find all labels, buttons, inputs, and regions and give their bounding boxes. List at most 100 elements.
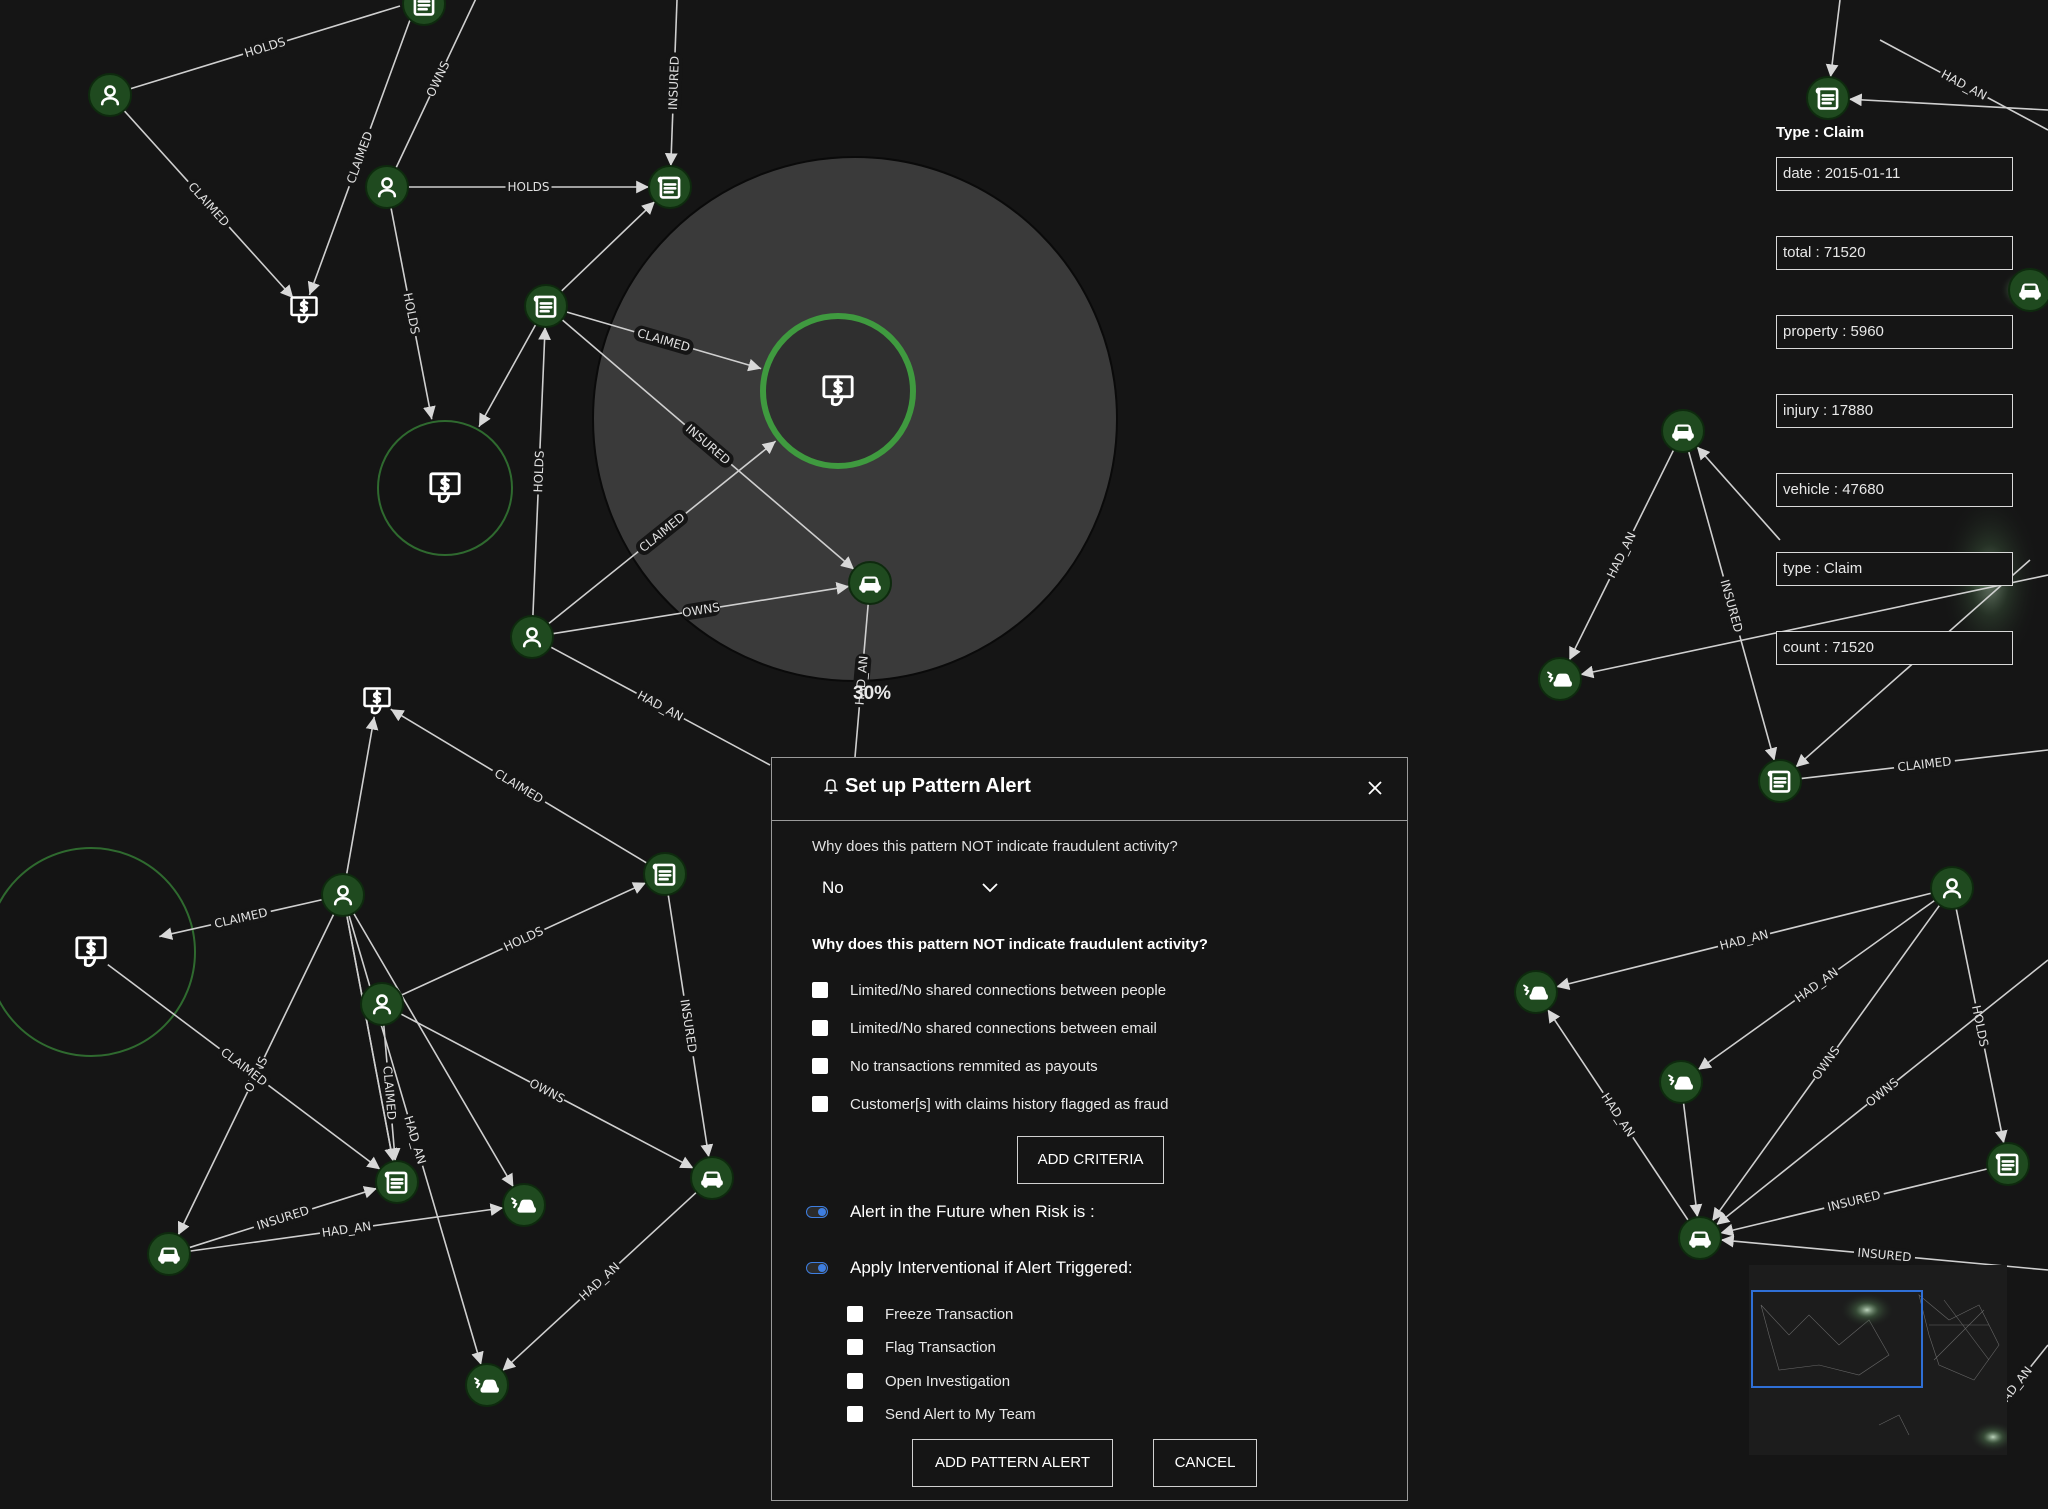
intervention-checkbox-row[interactable]: Send Alert to My Team: [847, 1403, 1036, 1425]
edge-label-text: INSURED: [255, 1203, 311, 1233]
person-node[interactable]: [1930, 866, 1974, 910]
criteria-label: Customer[s] with claims history flagged …: [850, 1095, 1169, 1113]
edge-label: HAD_AN: [1604, 530, 1639, 581]
intervention-checkbox[interactable]: [847, 1406, 863, 1422]
intervention-checkbox-row[interactable]: Open Investigation: [847, 1370, 1010, 1392]
intervention-toggle[interactable]: [806, 1262, 828, 1274]
close-icon[interactable]: [1365, 778, 1385, 798]
edge-label: HAD_AN: [576, 1260, 622, 1304]
property-field-vehicle[interactable]: vehicle : 47680: [1776, 473, 2013, 507]
property-field-type[interactable]: type : Claim: [1776, 552, 2013, 586]
edge-label-text: HOLDS: [243, 35, 287, 61]
car-icon: [1687, 1230, 1713, 1250]
risk-alert-toggle[interactable]: [806, 1206, 828, 1218]
chevron-down-icon: [982, 883, 998, 893]
claim-node[interactable]: [524, 284, 568, 328]
bell-icon: [824, 779, 838, 794]
accident-node[interactable]: [502, 1183, 546, 1227]
graph-edge: [1825, 0, 1841, 78]
accident-node[interactable]: [1514, 970, 1558, 1014]
criteria-checkbox-row[interactable]: Limited/No shared connections between pe…: [812, 979, 1166, 1001]
minimap-viewport[interactable]: [1751, 1290, 1923, 1388]
edge-label: HAD_AN: [319, 1218, 374, 1241]
criteria-checkbox[interactable]: [812, 1096, 828, 1112]
property-field-total[interactable]: total : 71520: [1776, 236, 2013, 270]
person-node[interactable]: [365, 165, 409, 209]
criteria-checkbox[interactable]: [812, 1058, 828, 1074]
vehicle-node[interactable]: [690, 1156, 734, 1200]
criteria-label: Limited/No shared connections between em…: [850, 1019, 1157, 1037]
cluster-ring[interactable]: [0, 847, 196, 1057]
edge-label-text: HAD_AN: [1718, 927, 1770, 953]
claim-node[interactable]: [643, 852, 687, 896]
payout-node[interactable]: [363, 687, 391, 715]
edge-label-text: INSURED: [1826, 1188, 1882, 1214]
criteria-checkbox-row[interactable]: Customer[s] with claims history flagged …: [812, 1093, 1168, 1115]
edge-label: INSURED: [676, 995, 701, 1057]
graph-edge: [345, 716, 379, 875]
edge-label: HOLDS: [505, 179, 552, 195]
property-field-date[interactable]: date : 2015-01-11: [1776, 157, 2013, 191]
edge-label-text: INSURED: [1718, 578, 1746, 634]
reason-select-value: No: [822, 878, 844, 897]
edge-label: OWNS: [527, 1076, 567, 1106]
edge-label: CLAIMED: [491, 766, 547, 807]
intervention-toggle-row[interactable]: Apply Interventional if Alert Triggered:: [806, 1256, 1133, 1280]
graph-edge: [346, 915, 398, 1162]
property-field-injury[interactable]: injury : 17880: [1776, 394, 2013, 428]
intervention-option-label: Freeze Transaction: [885, 1305, 1014, 1323]
add-pattern-alert-button[interactable]: ADD PATTERN ALERT: [912, 1439, 1113, 1487]
accident-node[interactable]: [1659, 1060, 1703, 1104]
dialog-title: Set up Pattern Alert: [845, 775, 1031, 797]
criteria-checkbox[interactable]: [812, 1020, 828, 1036]
dialog-header: Set up Pattern Alert: [772, 758, 1407, 821]
intervention-checkbox[interactable]: [847, 1373, 863, 1389]
intervention-checkbox-row[interactable]: Flag Transaction: [847, 1336, 996, 1358]
accident-node[interactable]: [465, 1363, 509, 1407]
criteria-checkbox-row[interactable]: Limited/No shared connections between em…: [812, 1017, 1157, 1039]
intervention-checkbox-row[interactable]: Freeze Transaction: [847, 1303, 1013, 1325]
intervention-checkbox[interactable]: [847, 1306, 863, 1322]
edge-label: CLAIMED: [379, 1062, 400, 1124]
edge-label: INSURED: [1717, 575, 1746, 637]
person-node[interactable]: [510, 615, 554, 659]
criteria-checkbox[interactable]: [812, 982, 828, 998]
edge-label-text: CLAIMED: [213, 905, 269, 931]
claim-node[interactable]: [1986, 1142, 2030, 1186]
criteria-heading: Why does this pattern NOT indicate fraud…: [812, 936, 1208, 953]
add-criteria-button[interactable]: ADD CRITERIA: [1017, 1136, 1164, 1184]
accident-node[interactable]: [1538, 657, 1582, 701]
edge-label: HOLDS: [242, 35, 288, 61]
edge-label-text: INSURED: [1857, 1246, 1912, 1265]
criteria-checkbox-row[interactable]: No transactions remmited as payouts: [812, 1055, 1098, 1077]
edge-label: CLAIMED: [185, 179, 233, 230]
claim-node[interactable]: [648, 165, 692, 209]
vehicle-node[interactable]: [1678, 1216, 1722, 1260]
selected-claim-node[interactable]: [760, 313, 916, 469]
reason-select[interactable]: No: [812, 870, 1012, 904]
minimap[interactable]: [1749, 1265, 2017, 1455]
property-field-count[interactable]: count : 71520: [1776, 631, 2013, 665]
person-node[interactable]: [88, 73, 132, 117]
edge-label: HOLDS: [530, 448, 548, 495]
cancel-button[interactable]: CANCEL: [1153, 1439, 1257, 1487]
property-field-property[interactable]: property : 5960: [1776, 315, 2013, 349]
intervention-checkbox[interactable]: [847, 1339, 863, 1355]
vehicle-node[interactable]: [147, 1232, 191, 1276]
vehicle-node[interactable]: [848, 561, 892, 605]
risk-alert-toggle-row[interactable]: Alert in the Future when Risk is :: [806, 1200, 1095, 1224]
edge-label: INSURED: [665, 52, 683, 114]
payout-node[interactable]: [290, 296, 318, 324]
edge-label-text: INSURED: [666, 56, 682, 111]
person-node[interactable]: [321, 873, 365, 917]
intervention-option-label: Flag Transaction: [885, 1338, 996, 1356]
claim-node[interactable]: [1758, 759, 1802, 803]
vehicle-node[interactable]: [1661, 409, 1705, 453]
claim-node[interactable]: [1806, 76, 1850, 120]
edge-label-text: HAD_AN: [1598, 1090, 1637, 1139]
person-node[interactable]: [360, 982, 404, 1026]
properties-panel: Type : Claim date : 2015-01-11 total : 7…: [1776, 124, 2016, 710]
claim-node[interactable]: [375, 1160, 419, 1204]
edge-label: HAD_AN: [1939, 67, 1989, 103]
criteria-label: Limited/No shared connections between pe…: [850, 981, 1167, 999]
